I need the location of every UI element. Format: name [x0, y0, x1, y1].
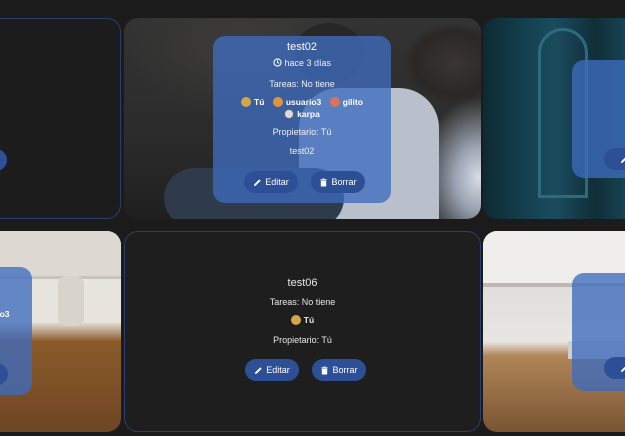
card-owner: Propietario: Tú — [272, 127, 332, 137]
photo-chair — [58, 276, 84, 326]
edit-button-partial[interactable] — [604, 148, 625, 170]
project-card-right-top[interactable] — [483, 18, 625, 219]
trash-icon — [321, 366, 329, 375]
card-info-overlay-partial — [572, 273, 625, 391]
pencil-icon — [620, 156, 625, 163]
trash-icon — [320, 178, 328, 187]
edit-button[interactable]: Editar — [245, 359, 299, 381]
avatar — [284, 109, 295, 119]
card-tareas: Tareas: No tiene — [269, 297, 336, 307]
avatar — [329, 97, 340, 107]
avatar — [272, 97, 283, 107]
card-tareas: Tareas: No tiene — [269, 79, 335, 89]
clock-icon — [273, 58, 282, 67]
user-chip: Tú — [290, 315, 314, 325]
user-chip: karpa — [284, 109, 320, 119]
pencil-icon — [254, 178, 261, 186]
project-card-test02[interactable]: test02 hace 3 días Tareas: No tiene Tú u… — [124, 18, 481, 219]
project-card-right-bottom[interactable] — [483, 231, 625, 432]
delete-button[interactable]: Borrar — [311, 171, 365, 193]
edit-button-partial[interactable] — [0, 149, 7, 171]
pencil-icon — [255, 366, 262, 374]
card-info-overlay-partial: uario3 — [0, 267, 32, 395]
pencil-icon — [620, 365, 625, 372]
card-time: hace 3 días — [213, 58, 391, 68]
edit-button-partial[interactable] — [604, 357, 625, 379]
card-time-text: hace 3 días — [284, 58, 332, 68]
avatar — [290, 315, 301, 325]
user-chip: gilito — [329, 97, 363, 107]
card-owner: Propietario: Tú — [273, 335, 332, 345]
card-users: Tú usuario3 gilito karpa — [223, 96, 381, 120]
edit-button-partial[interactable] — [0, 363, 8, 385]
project-card-test06[interactable]: test06 Tareas: No tiene Tú Propietario: … — [124, 231, 481, 432]
card-users-partial: uario3 — [0, 309, 10, 319]
card-title: test02 — [287, 41, 317, 53]
project-card-left-top[interactable] — [0, 18, 121, 219]
card-info-overlay-partial — [572, 60, 625, 178]
project-card-left-bottom[interactable]: uario3 — [0, 231, 121, 432]
card-description: test02 — [289, 146, 315, 156]
edit-button[interactable]: Editar — [244, 171, 298, 193]
card-title: test06 — [287, 277, 318, 289]
user-chip: Tú — [241, 97, 264, 107]
user-chip: usuario3 — [272, 97, 321, 107]
avatar — [241, 97, 252, 107]
delete-button[interactable]: Borrar — [312, 359, 366, 381]
card-users: Tú — [125, 315, 480, 325]
card-info-overlay: test02 hace 3 días Tareas: No tiene Tú u… — [213, 36, 391, 203]
